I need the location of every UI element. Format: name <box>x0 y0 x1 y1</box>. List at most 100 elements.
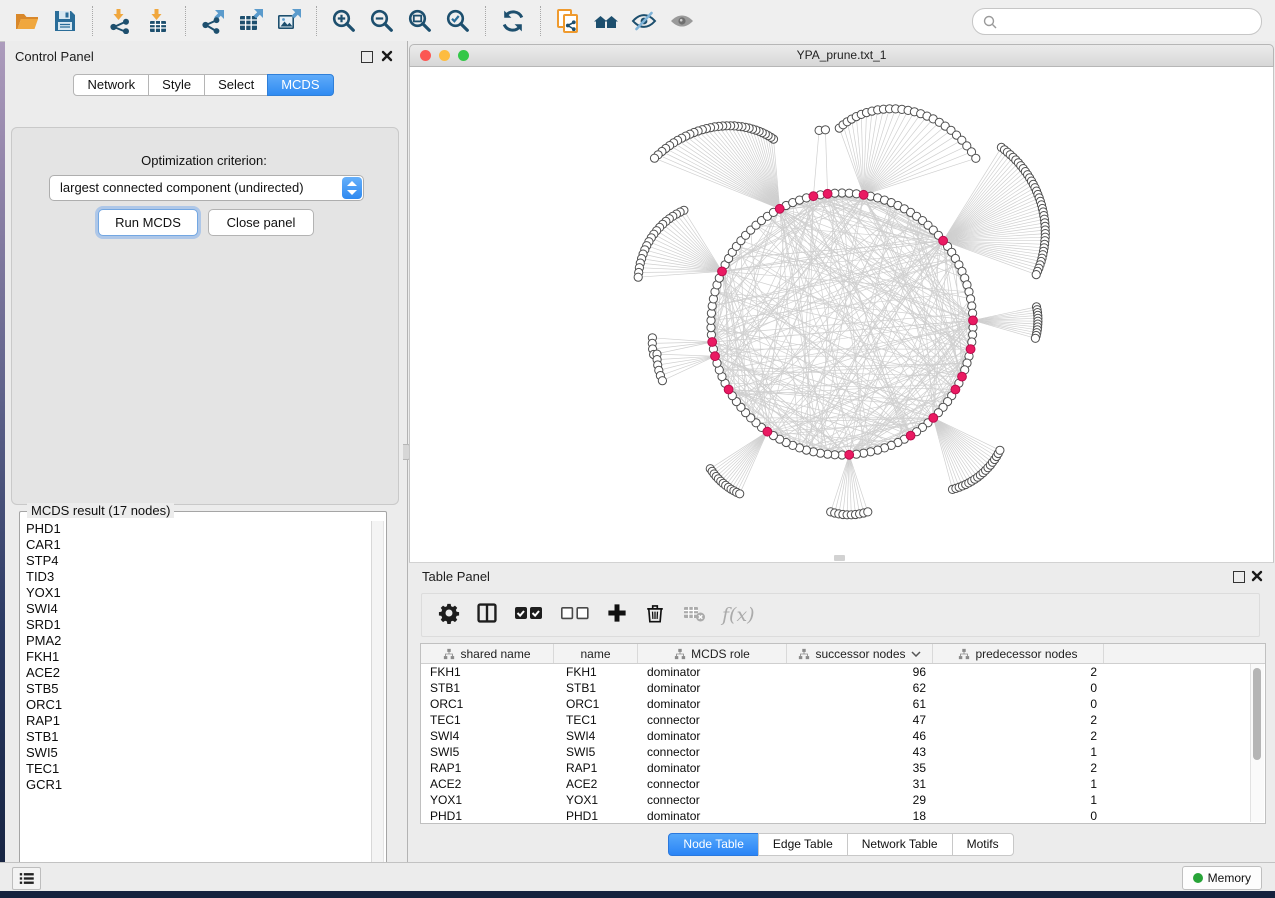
tab-mcds[interactable]: MCDS <box>267 74 333 96</box>
table-row[interactable]: PHD1 PHD1 dominator 18 0 <box>421 808 1265 824</box>
cell-mcds-role: dominator <box>638 728 787 744</box>
mcds-result-item[interactable]: PMA2 <box>23 633 372 649</box>
tab-node-table[interactable]: Node Table <box>668 833 759 856</box>
cell-successor-nodes: 31 <box>787 776 933 792</box>
sort-desc-icon <box>911 651 921 657</box>
tab-network[interactable]: Network <box>73 74 149 96</box>
tab-select[interactable]: Select <box>204 74 268 96</box>
search-input[interactable] <box>998 15 1261 29</box>
column-header-predecessor-nodes[interactable]: predecessor nodes <box>933 644 1104 663</box>
zoom-in-button[interactable] <box>325 4 363 38</box>
node-table: shared namenameMCDS rolesuccessor nodesp… <box>420 643 1266 824</box>
column-header-name[interactable]: name <box>554 644 638 663</box>
network-graph-svg[interactable] <box>410 67 1273 561</box>
search-box[interactable] <box>972 8 1262 35</box>
cell-predecessor-nodes: 0 <box>933 696 1104 712</box>
mcds-result-item[interactable]: PHD1 <box>23 521 372 537</box>
mcds-result-item[interactable]: STB1 <box>23 729 372 745</box>
mcds-list-scrollbar[interactable] <box>371 521 384 875</box>
mcds-result-item[interactable]: STP4 <box>23 553 372 569</box>
network-window-titlebar[interactable]: YPA_prune.txt_1 <box>409 44 1274 67</box>
zoom-fit-button[interactable] <box>401 4 439 38</box>
mcds-result-item[interactable]: STB5 <box>23 681 372 697</box>
mcds-result-item[interactable]: SRD1 <box>23 617 372 633</box>
close-panel-button[interactable]: Close panel <box>208 209 314 236</box>
show-all-button[interactable] <box>663 4 701 38</box>
float-panel-icon[interactable] <box>361 51 373 63</box>
tab-motifs[interactable]: Motifs <box>952 833 1014 856</box>
cell-successor-nodes: 18 <box>787 808 933 824</box>
select-checks-button[interactable] <box>514 604 544 627</box>
tab-edge-table[interactable]: Edge Table <box>758 833 848 856</box>
copy-network-icon <box>555 8 581 34</box>
columns-button[interactable] <box>476 602 498 629</box>
table-scrollbar-thumb[interactable] <box>1253 668 1261 760</box>
table-row[interactable]: YOX1 YOX1 connector 29 1 <box>421 792 1265 808</box>
float-table-panel-icon[interactable] <box>1233 571 1245 583</box>
export-table-button[interactable] <box>232 4 270 38</box>
columns-icon <box>476 602 498 629</box>
mcds-result-item[interactable]: RAP1 <box>23 713 372 729</box>
column-header-shared-name[interactable]: shared name <box>421 644 554 663</box>
clear-checks-button[interactable] <box>560 604 590 627</box>
mcds-result-item[interactable]: CAR1 <box>23 537 372 553</box>
tab-style[interactable]: Style <box>148 74 205 96</box>
first-neighbors-button[interactable] <box>587 4 625 38</box>
gear-button[interactable] <box>438 602 460 629</box>
network-canvas[interactable] <box>409 67 1274 563</box>
cell-shared-name: ACE2 <box>421 776 554 792</box>
zoom-out-button[interactable] <box>363 4 401 38</box>
save-session-button[interactable] <box>46 4 84 38</box>
open-file-button[interactable] <box>8 4 46 38</box>
table-row[interactable]: ACE2 ACE2 connector 31 1 <box>421 776 1265 792</box>
mcds-result-item[interactable]: GCR1 <box>23 777 372 793</box>
table-row[interactable]: RAP1 RAP1 dominator 35 2 <box>421 760 1265 776</box>
table-row[interactable]: TEC1 TEC1 connector 47 2 <box>421 712 1265 728</box>
run-mcds-button[interactable]: Run MCDS <box>98 209 198 236</box>
export-table-icon <box>238 8 264 34</box>
table-row[interactable]: FKH1 FKH1 dominator 96 2 <box>421 664 1265 680</box>
delete-table-button <box>682 601 706 630</box>
copy-network-button[interactable] <box>549 4 587 38</box>
mcds-result-item[interactable]: YOX1 <box>23 585 372 601</box>
cell-name: SWI4 <box>554 728 638 744</box>
table-row[interactable]: STB1 STB1 dominator 62 0 <box>421 680 1265 696</box>
split-pane-grip[interactable] <box>834 555 845 561</box>
hide-selected-button[interactable] <box>625 4 663 38</box>
export-image-button[interactable] <box>270 4 308 38</box>
column-tree-icon <box>798 648 810 660</box>
mcds-result-list[interactable]: PHD1CAR1STP4TID3YOX1SWI4SRD1PMA2FKH1ACE2… <box>23 521 372 875</box>
task-history-button[interactable] <box>12 867 41 890</box>
memory-label: Memory <box>1208 871 1251 885</box>
tab-network-table[interactable]: Network Table <box>847 833 953 856</box>
column-header-MCDS-role[interactable]: MCDS role <box>638 644 787 663</box>
table-row[interactable]: ORC1 ORC1 dominator 61 0 <box>421 696 1265 712</box>
close-panel-icon[interactable] <box>381 50 393 62</box>
table-row[interactable]: SWI5 SWI5 connector 43 1 <box>421 744 1265 760</box>
import-network-icon <box>107 8 133 34</box>
column-tree-icon <box>443 648 455 660</box>
zoom-selected-button[interactable] <box>439 4 477 38</box>
export-network-button[interactable] <box>194 4 232 38</box>
toolbar-separator <box>316 6 317 36</box>
mcds-result-item[interactable]: ORC1 <box>23 697 372 713</box>
mcds-result-group: MCDS result (17 nodes) PHD1CAR1STP4TID3Y… <box>19 511 387 879</box>
add-button[interactable] <box>606 602 628 629</box>
close-table-panel-icon[interactable] <box>1251 570 1263 582</box>
mcds-result-item[interactable]: TID3 <box>23 569 372 585</box>
column-header-successor-nodes[interactable]: successor nodes <box>787 644 933 663</box>
optimization-criterion-select[interactable]: largest connected component (undirected) <box>49 175 364 201</box>
table-scrollbar[interactable] <box>1250 664 1264 822</box>
mcds-result-item[interactable]: ACE2 <box>23 665 372 681</box>
mcds-result-item[interactable]: FKH1 <box>23 649 372 665</box>
import-table-button[interactable] <box>139 4 177 38</box>
memory-button[interactable]: Memory <box>1182 866 1262 890</box>
mcds-result-item[interactable]: TEC1 <box>23 761 372 777</box>
table-row[interactable]: SWI4 SWI4 dominator 46 2 <box>421 728 1265 744</box>
cell-predecessor-nodes: 2 <box>933 712 1104 728</box>
mcds-result-item[interactable]: SWI4 <box>23 601 372 617</box>
refresh-button[interactable] <box>494 4 532 38</box>
import-network-button[interactable] <box>101 4 139 38</box>
delete-button[interactable] <box>644 602 666 629</box>
mcds-result-item[interactable]: SWI5 <box>23 745 372 761</box>
